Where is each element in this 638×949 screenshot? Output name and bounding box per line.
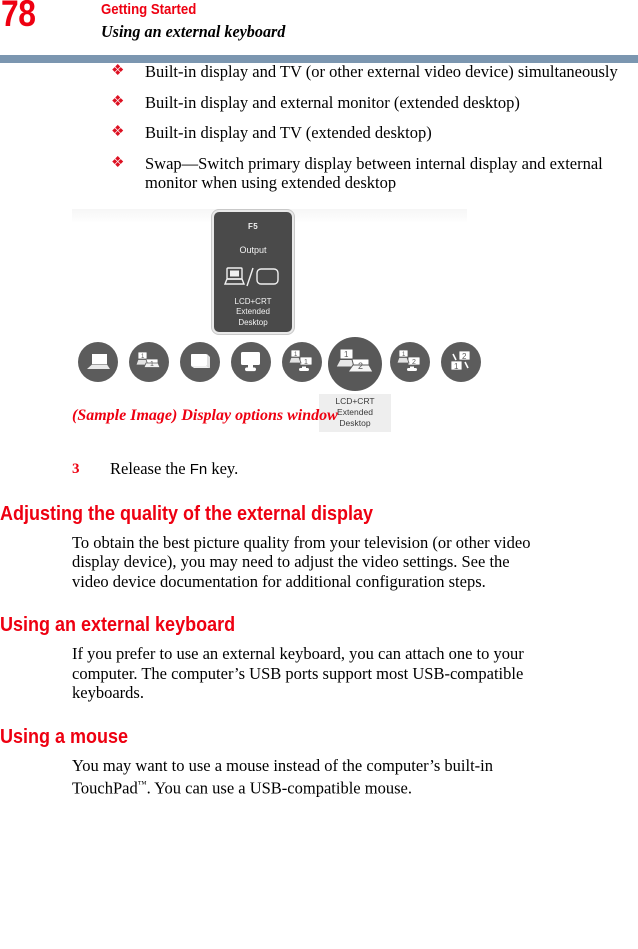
laptop-and-monitor-extended-icon[interactable]: 1 2: [328, 336, 382, 391]
svg-text:1: 1: [304, 359, 308, 366]
section-body-using-a-mouse: You may want to use a mouse instead of t…: [72, 756, 542, 799]
f5-mode-icon: [214, 263, 292, 293]
display-mode-icon-row: 1 1 1 1 1 2 1 2 2 1 LCD+CRT Extended Des…: [78, 336, 481, 432]
laptop-and-tv-extended-icon[interactable]: 1 2: [390, 341, 430, 382]
step-text-before: Release the: [110, 458, 190, 478]
svg-text:2: 2: [358, 361, 363, 371]
step-text-after: key.: [207, 458, 239, 478]
f5-mode-line3: Desktop: [238, 317, 268, 327]
list-item-label: Swap—Switch primary display between inte…: [145, 153, 603, 193]
diamond-bullet-icon: ❖: [111, 63, 125, 79]
header-titles: Getting Started Using an external keyboa…: [101, 0, 295, 43]
list-item: ❖ Built-in display and TV (or other exte…: [0, 62, 638, 82]
trademark-symbol: ™: [137, 779, 147, 789]
swap-displays-icon[interactable]: 2 1: [441, 341, 481, 382]
step-number: 3: [72, 460, 80, 477]
procedure-step: 3 Release the Fn key.: [0, 459, 638, 480]
f5-output-panel: F5 Output LCD+CRT Extended Desktop: [212, 209, 294, 334]
page-header: 78 Getting Started Using an external key…: [0, 0, 638, 63]
section-heading-adjusting-quality: Adjusting the quality of the external di…: [0, 502, 374, 525]
page-number: 78: [1, 0, 36, 34]
section-body-external-keyboard: If you prefer to use an external keyboar…: [72, 644, 524, 702]
section-heading-using-a-mouse: Using a mouse: [0, 725, 129, 748]
figure-caption: (Sample Image) Display options window: [72, 406, 338, 424]
diamond-bullet-icon: ❖: [111, 154, 125, 171]
section-heading-external-keyboard: Using an external keyboard: [0, 614, 236, 636]
list-item: ❖ Built-in display and TV (extended desk…: [0, 123, 638, 143]
laptop-only-icon[interactable]: [78, 341, 118, 382]
header-section-title: Using an external keyboard: [101, 22, 286, 41]
list-item-label: Built-in display and TV (or other extern…: [145, 62, 618, 81]
feature-bullet-list: ❖ Built-in display and TV (or other exte…: [0, 62, 638, 193]
diamond-bullet-icon: ❖: [111, 124, 125, 140]
svg-text:1: 1: [344, 350, 349, 359]
section-body-adjusting-quality: To obtain the best picture quality from …: [72, 532, 531, 591]
mouse-body-after-tm: . You can use a USB-compatible mouse.: [146, 778, 412, 798]
monitor-only-icon[interactable]: [180, 341, 220, 382]
diamond-bullet-icon: ❖: [111, 93, 125, 110]
laptop-and-tv-clone-icon[interactable]: 1 1: [282, 341, 322, 382]
svg-text:1: 1: [454, 362, 459, 371]
tooltip-line1: LCD+CRT: [335, 395, 375, 406]
f5-mode-line2: Extended: [236, 307, 270, 316]
svg-text:2: 2: [462, 352, 467, 361]
list-item-label: Built-in display and TV (extended deskto…: [145, 123, 432, 142]
svg-text:2: 2: [412, 359, 416, 366]
f5-mode-line1: LCD+CRT: [234, 296, 272, 306]
fn-key-name: Fn: [189, 460, 208, 478]
f5-output-title: Output: [239, 244, 267, 255]
list-item: ❖ Built-in display and external monitor …: [0, 93, 638, 113]
list-item-label: Built-in display and external monitor (e…: [145, 92, 520, 112]
header-chapter-title: Getting Started: [101, 1, 197, 18]
f5-key-label: F5: [248, 221, 258, 231]
list-item: ❖ Swap—Switch primary display between in…: [0, 154, 638, 193]
tv-only-icon[interactable]: [231, 341, 271, 382]
laptop-and-monitor-clone-icon[interactable]: 1 1: [129, 341, 169, 382]
f5-mode-caption: LCD+CRT Extended Desktop: [214, 297, 292, 329]
svg-text:1: 1: [150, 361, 154, 368]
display-options-figure: F5 Output LCD+CRT Extended Desktop 1 1 1…: [0, 207, 638, 455]
